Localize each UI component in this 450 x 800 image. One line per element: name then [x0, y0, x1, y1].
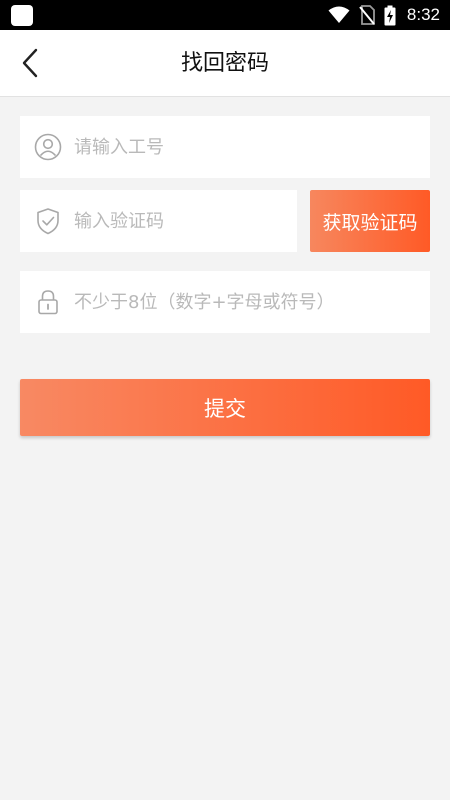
new-password-field	[20, 271, 430, 333]
submit-button[interactable]: 提交	[20, 379, 430, 436]
employee-id-input[interactable]	[74, 116, 420, 178]
employee-id-field	[20, 116, 430, 178]
status-bar: 8:32	[0, 0, 450, 30]
verification-code-input[interactable]	[74, 190, 287, 252]
title-bar: 找回密码	[0, 30, 450, 97]
user-icon	[34, 133, 62, 161]
back-button[interactable]	[8, 40, 52, 86]
lock-icon	[38, 290, 58, 315]
get-code-button[interactable]: 获取验证码	[310, 190, 430, 252]
shield-check-icon	[37, 208, 59, 235]
battery-charging-icon	[384, 5, 396, 25]
new-password-input[interactable]	[74, 271, 420, 333]
verification-code-field	[20, 190, 297, 252]
status-time: 8:32	[406, 5, 440, 24]
chevron-left-icon	[22, 48, 38, 78]
page-title: 找回密码	[180, 51, 269, 76]
status-icons: 8:32	[328, 0, 440, 30]
no-sim-icon	[359, 5, 375, 25]
app-notification-icon	[11, 5, 33, 26]
wifi-icon	[328, 6, 350, 23]
